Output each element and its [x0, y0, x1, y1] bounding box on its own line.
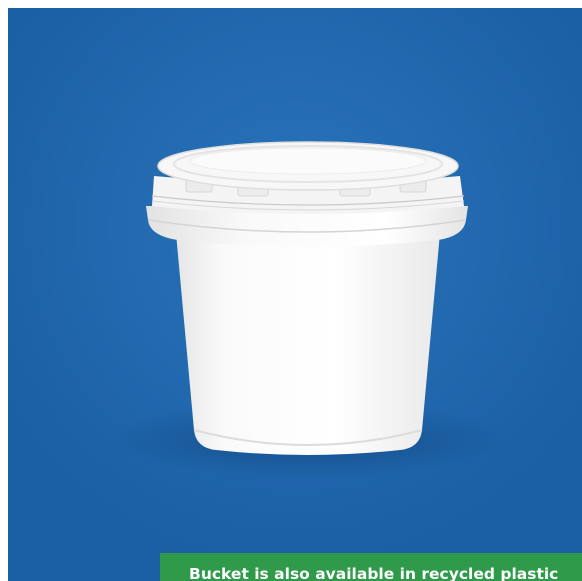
product-image-frame [8, 8, 582, 581]
bucket-image [8, 8, 582, 581]
recycled-plastic-banner: Bucket is also available in recycled pla… [160, 553, 582, 581]
bucket-body [176, 233, 440, 455]
banner-text: Bucket is also available in recycled pla… [189, 565, 559, 581]
